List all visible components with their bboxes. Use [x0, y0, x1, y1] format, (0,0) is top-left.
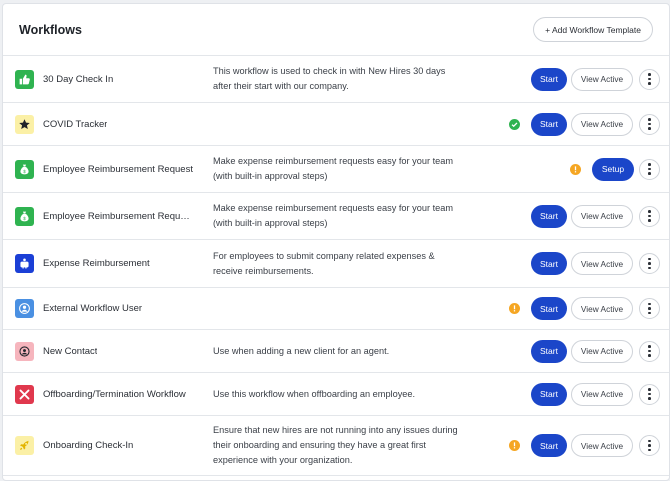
workflow-row-covid-tracker: COVID Tracker Start View Active: [3, 103, 669, 146]
warning-icon: [509, 303, 520, 314]
check-circle-icon: [509, 118, 520, 130]
x-mark-icon: [15, 384, 34, 404]
workflow-row-onboarding-check-in: Onboarding Check-In Ensure that new hire…: [3, 416, 669, 476]
star-icon: [15, 114, 34, 134]
workflows-header: Workflows + Add Workflow Template: [3, 4, 669, 56]
view-active-button[interactable]: View Active: [571, 204, 633, 228]
workflow-name[interactable]: Employee Reimbursement Request ...: [43, 211, 193, 222]
workflow-description: For employees to submit company related …: [213, 250, 435, 276]
user-circle-icon: [15, 299, 34, 318]
contact-icon: [15, 341, 34, 361]
more-options-button[interactable]: [639, 205, 660, 227]
workflow-description: Make expense reimbursement requests easy…: [213, 203, 454, 228]
page-title: Workflows: [19, 22, 82, 37]
start-button[interactable]: Start: [531, 297, 567, 320]
view-active-button[interactable]: View Active: [571, 382, 633, 406]
view-active-button[interactable]: View Active: [571, 434, 633, 457]
workflows-panel: Workflows + Add Workflow Template 30 Day…: [2, 3, 670, 481]
money-bag-icon: $: [15, 159, 34, 179]
view-active-button[interactable]: View Active: [571, 297, 633, 320]
workflow-row-employee-reimbursement-request-copy: $ Employee Reimbursement Request ... Mak…: [3, 193, 669, 240]
warning-icon: [570, 163, 581, 175]
workflow-name[interactable]: COVID Tracker: [43, 119, 107, 130]
more-options-button[interactable]: [639, 158, 660, 180]
workflow-name[interactable]: New Contact: [43, 346, 97, 357]
more-options-button[interactable]: [639, 340, 660, 362]
start-button[interactable]: Start: [531, 67, 567, 91]
more-options-button[interactable]: [639, 435, 660, 456]
more-options-button[interactable]: [639, 113, 660, 135]
workflow-row-expense-reimbursement: Expense Reimbursement For employees to s…: [3, 240, 669, 288]
view-active-button[interactable]: View Active: [571, 67, 633, 91]
workflow-description: This workflow is used to check in with N…: [213, 66, 446, 91]
more-options-button[interactable]: [639, 253, 660, 274]
more-options-button[interactable]: [639, 383, 660, 405]
workflow-row-new-contact: New Contact Use when adding a new client…: [3, 330, 669, 373]
workflow-name[interactable]: 30 Day Check In: [43, 74, 113, 85]
start-button[interactable]: Start: [531, 112, 567, 136]
workflow-description: Use this workflow when offboarding an em…: [213, 388, 416, 399]
thumbs-up-icon: [15, 69, 34, 89]
more-options-button[interactable]: [639, 68, 660, 90]
start-button[interactable]: Start: [531, 382, 567, 406]
more-options-button[interactable]: [639, 298, 660, 319]
workflow-row-offboarding-termination: Offboarding/Termination Workflow Use thi…: [3, 373, 669, 416]
workflow-name[interactable]: External Workflow User: [43, 303, 142, 314]
workflow-row-employee-reimbursement-request: $ Employee Reimbursement Request Make ex…: [3, 146, 669, 193]
workflow-row-30-day-check-in: 30 Day Check In This workflow is used to…: [3, 56, 669, 103]
start-button[interactable]: Start: [531, 252, 567, 275]
workflow-name[interactable]: Onboarding Check-In: [43, 440, 133, 451]
workflow-name[interactable]: Employee Reimbursement Request: [43, 164, 193, 175]
view-active-button[interactable]: View Active: [571, 112, 633, 136]
money-bag-icon: $: [15, 206, 34, 226]
workflow-description: Make expense reimbursement requests easy…: [213, 156, 454, 181]
view-active-button[interactable]: View Active: [571, 252, 633, 275]
start-button[interactable]: Start: [531, 339, 567, 363]
workflow-name[interactable]: Offboarding/Termination Workflow: [43, 389, 186, 400]
rocket-icon: [15, 436, 34, 455]
workflow-name[interactable]: Expense Reimbursement: [43, 258, 150, 269]
start-button[interactable]: Start: [531, 204, 567, 228]
workflow-description: Use when adding a new client for an agen…: [213, 345, 390, 356]
add-workflow-template-button[interactable]: + Add Workflow Template: [533, 17, 653, 42]
view-active-button[interactable]: View Active: [571, 339, 633, 363]
workflow-description: Ensure that new hires are not running in…: [213, 425, 458, 465]
piggy-bank-icon: [15, 254, 34, 273]
setup-button[interactable]: Setup: [592, 157, 634, 181]
workflow-row-external-workflow-user: External Workflow User Start View Active: [3, 288, 669, 330]
start-button[interactable]: Start: [531, 434, 567, 457]
warning-icon: [509, 440, 520, 451]
